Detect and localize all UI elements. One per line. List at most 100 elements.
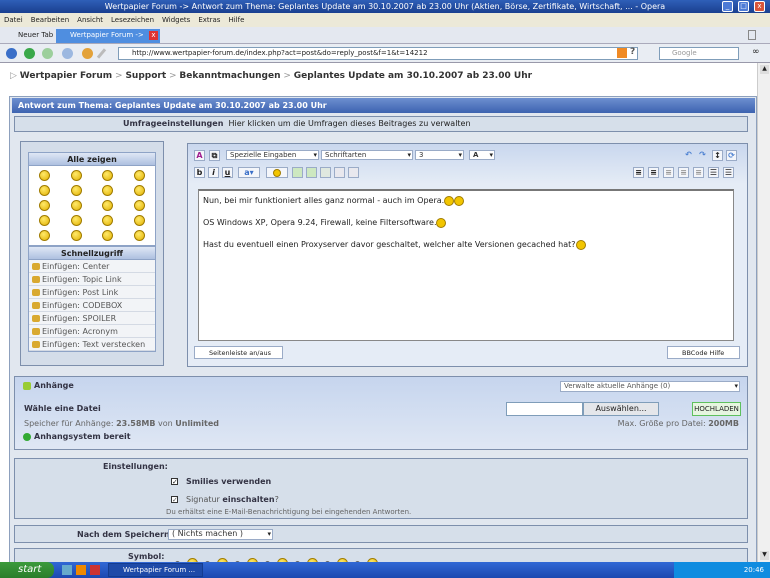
resize-icon[interactable]: ↕ xyxy=(712,150,723,161)
font-select[interactable]: Schriftarten xyxy=(321,150,413,160)
tab-new[interactable]: Neuer Tab xyxy=(4,29,54,43)
insert-image-icon[interactable] xyxy=(306,167,317,178)
insert-quote-icon[interactable] xyxy=(334,167,345,178)
indent-icon[interactable]: ≡ xyxy=(648,167,659,178)
rss-icon[interactable] xyxy=(617,48,627,58)
switch-mode-icon[interactable]: ⟳ xyxy=(726,150,737,161)
fast-forward-icon[interactable] xyxy=(62,48,73,59)
menu-lesezeichen[interactable]: Lesezeichen xyxy=(111,16,154,24)
taskbar-opera-window[interactable]: Wertpapier Forum ... xyxy=(108,563,203,577)
copy-icon[interactable]: ⧉ xyxy=(209,150,220,161)
smiley-icon[interactable] xyxy=(102,215,114,226)
maximize-button[interactable]: □ xyxy=(738,1,749,12)
color-select[interactable]: A xyxy=(469,150,495,160)
smiley-icon[interactable] xyxy=(39,215,51,226)
smiley-icon[interactable] xyxy=(102,185,114,196)
menu-extras[interactable]: Extras xyxy=(198,16,220,24)
poll-link[interactable]: Hier klicken um die Umfragen dieses Beit… xyxy=(229,119,471,128)
smiley-icon[interactable] xyxy=(133,200,145,211)
quick-insert-item[interactable]: Einfügen: SPOILER xyxy=(29,312,155,325)
quick-insert-item[interactable]: Einfügen: Post Link xyxy=(29,286,155,299)
smiley-icon[interactable] xyxy=(133,170,145,181)
underline-button[interactable]: u xyxy=(222,167,233,178)
rewind-icon[interactable] xyxy=(6,48,17,59)
start-button[interactable]: start xyxy=(0,562,54,578)
minimize-button[interactable]: _ xyxy=(722,1,733,12)
trash-icon[interactable] xyxy=(748,30,756,40)
smiley-icon[interactable] xyxy=(39,230,51,241)
smilies-checkbox[interactable]: ✓ xyxy=(171,478,178,486)
tab-active[interactable]: Wertpapier Forum -> An...x xyxy=(56,29,160,52)
message-textarea[interactable]: Nun, bei mir funktioniert alles ganz nor… xyxy=(198,189,734,341)
back-icon[interactable] xyxy=(24,48,35,59)
quick-insert-item[interactable]: Einfügen: Text verstecken xyxy=(29,338,155,351)
forward-icon[interactable] xyxy=(42,48,53,59)
close-tab-icon[interactable]: x xyxy=(149,31,158,40)
bbcode-help-button[interactable]: BBCode Hilfe xyxy=(667,346,740,359)
ie-icon[interactable] xyxy=(62,565,72,575)
special-input-select[interactable]: Spezielle Eingaben xyxy=(226,150,319,160)
opera-icon[interactable] xyxy=(90,565,100,575)
menu-datei[interactable]: Datei xyxy=(4,16,23,24)
align-left-icon[interactable]: ≡ xyxy=(663,167,674,178)
vertical-scrollbar[interactable]: ▲ ▼ xyxy=(757,63,770,562)
reload-icon[interactable] xyxy=(82,48,93,59)
quick-insert-item[interactable]: Einfügen: Topic Link xyxy=(29,273,155,286)
smiley-icon[interactable] xyxy=(70,215,82,226)
emoticon-button[interactable] xyxy=(266,167,288,178)
smiley-icon[interactable] xyxy=(102,170,114,181)
smiley-icon[interactable] xyxy=(39,200,51,211)
after-save-select[interactable]: ( Nichts machen ) xyxy=(168,529,273,540)
smiley-icon[interactable] xyxy=(70,230,82,241)
insert-email-icon[interactable] xyxy=(320,167,331,178)
file-input[interactable] xyxy=(506,402,583,416)
undo-icon[interactable]: ↶ xyxy=(683,150,694,161)
browse-button[interactable]: Auswählen... xyxy=(583,402,659,416)
edit-icon[interactable] xyxy=(96,48,107,59)
smiley-icon[interactable] xyxy=(70,170,82,181)
menu-bearbeiten[interactable]: Bearbeiten xyxy=(31,16,69,24)
align-right-icon[interactable]: ≡ xyxy=(693,167,704,178)
unordered-list-icon[interactable]: ☰ xyxy=(723,167,734,178)
italic-button[interactable]: i xyxy=(208,167,219,178)
menu-hilfe[interactable]: Hilfe xyxy=(228,16,244,24)
search-input[interactable]: Google xyxy=(659,47,739,60)
close-button[interactable]: x xyxy=(754,1,765,12)
insert-code-icon[interactable] xyxy=(348,167,359,178)
smiley-icon[interactable] xyxy=(70,185,82,196)
scroll-down-icon[interactable]: ▼ xyxy=(760,551,769,560)
smiley-icon[interactable] xyxy=(39,185,51,196)
upload-button[interactable]: HOCHLADEN xyxy=(692,402,741,416)
quick-insert-item[interactable]: Einfügen: CODEBOX xyxy=(29,299,155,312)
smiley-icon[interactable] xyxy=(102,230,114,241)
sidebar-toggle-button[interactable]: Seitenleiste an/aus xyxy=(194,346,283,359)
menu-ansicht[interactable]: Ansicht xyxy=(77,16,103,24)
address-input[interactable]: http://www.wertpapier-forum.de/index.php… xyxy=(118,47,638,60)
smiley-icon[interactable] xyxy=(102,200,114,211)
outdent-icon[interactable]: ≡ xyxy=(633,167,644,178)
breadcrumb-support[interactable]: Support xyxy=(125,71,166,81)
smiley-icon[interactable] xyxy=(133,230,145,241)
breadcrumb-forum[interactable]: Wertpapier Forum xyxy=(20,71,112,81)
redo-icon[interactable]: ↷ xyxy=(697,150,708,161)
help-icon[interactable]: ? xyxy=(630,47,635,57)
smiley-icon[interactable] xyxy=(70,200,82,211)
size-select[interactable]: 3 xyxy=(415,150,464,160)
quick-insert-item[interactable]: Einfügen: Acronym xyxy=(29,325,155,338)
breadcrumb-bekanntmachungen[interactable]: Bekanntmachungen xyxy=(179,71,280,81)
smiley-icon[interactable] xyxy=(133,185,145,196)
font-color-button[interactable]: a▾ xyxy=(238,167,260,178)
show-all-smilies[interactable]: Alle zeigen xyxy=(29,153,155,166)
ordered-list-icon[interactable]: ☰ xyxy=(708,167,719,178)
align-center-icon[interactable]: ≡ xyxy=(678,167,689,178)
remove-format-icon[interactable]: A xyxy=(194,150,205,161)
breadcrumb-topic[interactable]: Geplantes Update am 30.10.2007 ab 23.00 … xyxy=(294,71,532,81)
smiley-icon[interactable] xyxy=(133,215,145,226)
smiley-icon[interactable] xyxy=(39,170,51,181)
signature-checkbox[interactable]: ✓ xyxy=(171,496,178,504)
firefox-icon[interactable] xyxy=(76,565,86,575)
binoculars-icon[interactable]: ∞ xyxy=(752,47,760,57)
menu-widgets[interactable]: Widgets xyxy=(162,16,190,24)
bold-button[interactable]: b xyxy=(194,167,205,178)
scroll-up-icon[interactable]: ▲ xyxy=(760,65,769,74)
